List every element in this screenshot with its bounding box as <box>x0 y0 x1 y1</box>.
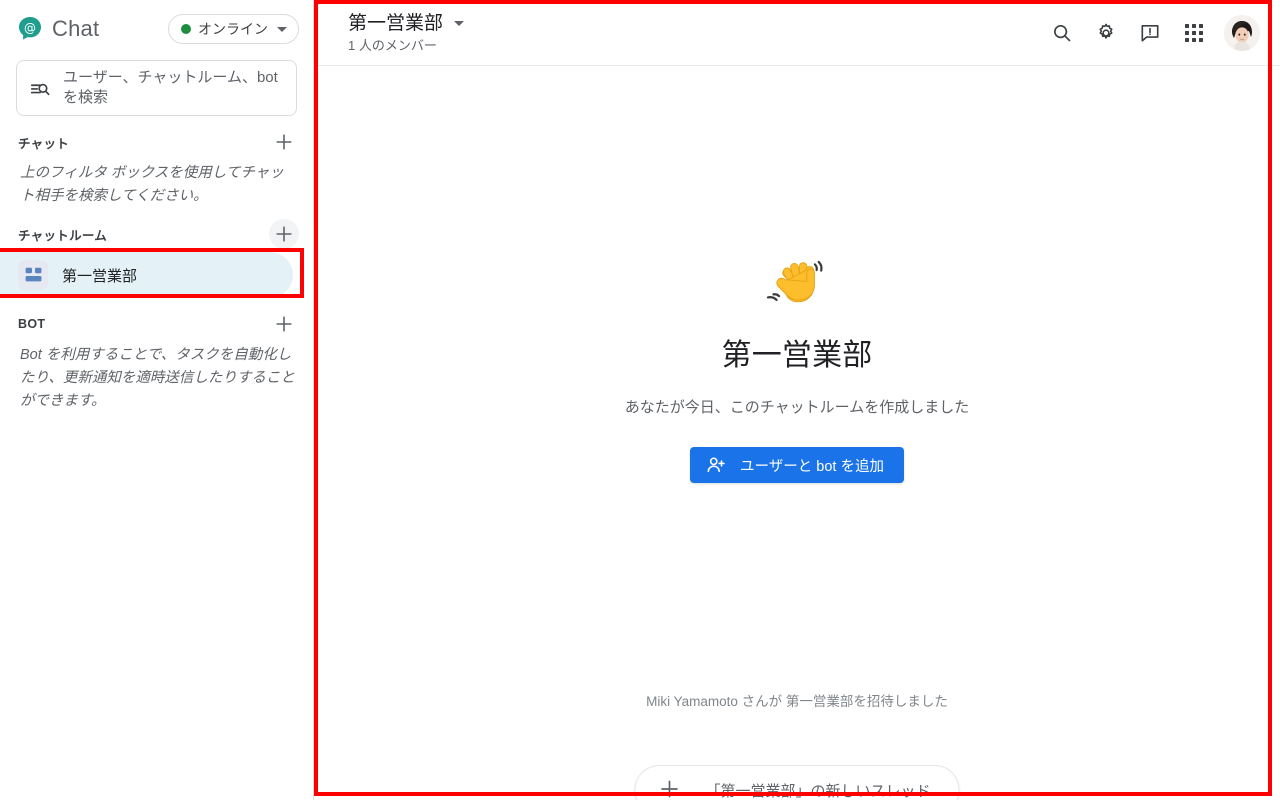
section-title: BOT <box>18 317 46 331</box>
section-title: チャット <box>18 136 70 151</box>
room-title-dropdown[interactable]: 第一営業部 <box>348 12 465 36</box>
chevron-down-icon <box>454 21 465 26</box>
add-bot-button[interactable] <box>269 309 299 339</box>
waving-hand-emoji <box>766 254 828 316</box>
search-placeholder-text: ユーザー、チャットルーム、bot を検索 <box>63 69 278 106</box>
gear-icon[interactable] <box>1086 13 1126 53</box>
add-people-and-bots-button[interactable]: ユーザーと bot を追加 <box>690 447 904 483</box>
search-icon[interactable] <box>1042 13 1082 53</box>
add-room-button[interactable] <box>269 219 299 249</box>
brand-name: Chat <box>52 16 100 41</box>
new-thread-label: 「第一営業部」の新しいスレッド <box>705 782 931 800</box>
section-title: チャットルーム <box>18 228 108 243</box>
presence-selector[interactable]: オンライン <box>168 14 299 44</box>
sidebar-top-bar: @ Chat オンライン <box>0 0 313 52</box>
person-add-icon <box>706 455 726 475</box>
header-actions <box>1042 13 1260 53</box>
invite-system-message: Miki Yamamoto さんが 第一営業部を招待しました <box>646 694 948 709</box>
bots-empty-note: Bot を利用することで、タスクを自動化したり、更新通知を適時送信したりすること… <box>20 347 295 409</box>
add-chat-button[interactable] <box>269 127 299 157</box>
presence-label: オンライン <box>198 21 268 37</box>
sidebar-item-room-daiichi-eigyoubu[interactable]: 第一営業部 <box>0 252 293 298</box>
room-header: 第一営業部 1 人のメンバー <box>314 0 1280 66</box>
room-header-info: 第一営業部 1 人のメンバー <box>348 12 465 54</box>
member-count-label: 1 人のメンバー <box>348 37 437 53</box>
svg-text:@: @ <box>24 21 36 35</box>
section-header-rooms: チャットルーム <box>0 216 313 252</box>
filter-search-icon <box>29 77 51 99</box>
feedback-icon[interactable] <box>1130 13 1170 53</box>
main-panel: 第一営業部 1 人のメンバー 第一営業部 あなたが今日、このチャットルームを作成… <box>314 0 1280 800</box>
section-header-bots: BOT <box>0 306 313 342</box>
brand: @ Chat <box>16 15 99 43</box>
chevron-down-icon <box>277 26 287 32</box>
plus-icon <box>659 779 679 800</box>
chat-at-bubble-icon: @ <box>16 15 44 43</box>
room-welcome: 第一営業部 あなたが今日、このチャットルームを作成しました ユーザーと bot … <box>314 254 1280 483</box>
sidebar-item-label: 第一営業部 <box>62 267 138 285</box>
google-chat-app: @ Chat オンライン ユーザー、チャットルーム、bot を検索 チャット 上… <box>0 0 1280 800</box>
add-people-and-bots-label: ユーザーと bot を追加 <box>740 458 884 475</box>
avatar[interactable] <box>1224 14 1260 51</box>
new-thread-button[interactable]: 「第一営業部」の新しいスレッド <box>634 765 960 800</box>
section-header-chats: チャット <box>0 124 313 160</box>
apps-grid-icon[interactable] <box>1174 13 1214 53</box>
chats-empty-note: 上のフィルタ ボックスを使用してチャット相手を検索してください。 <box>20 165 284 204</box>
sidebar: @ Chat オンライン ユーザー、チャットルーム、bot を検索 チャット 上… <box>0 0 314 800</box>
room-group-icon <box>18 260 48 290</box>
presence-status-dot <box>181 24 191 34</box>
page-title: 第一営業部 <box>348 12 444 34</box>
welcome-created-text: あなたが今日、このチャットルームを作成しました <box>624 399 970 416</box>
search-input[interactable]: ユーザー、チャットルーム、bot を検索 <box>16 60 297 116</box>
room-body: 第一営業部 あなたが今日、このチャットルームを作成しました ユーザーと bot … <box>314 66 1280 800</box>
welcome-room-title: 第一営業部 <box>721 339 873 372</box>
